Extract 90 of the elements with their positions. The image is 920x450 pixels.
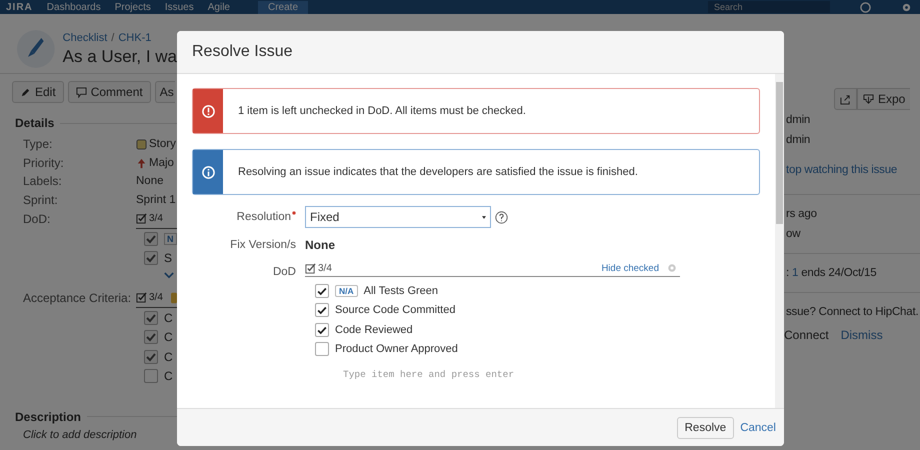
download-icon [863,94,874,104]
checklist-item-text: Code Reviewed [335,324,413,336]
breadcrumb-separator: / [111,32,114,44]
nav-link[interactable]: Agile [208,2,230,12]
field-label: Type: [23,136,54,153]
side-text: : [786,266,789,281]
checklist-item-text: C [164,330,173,344]
help-icon[interactable] [495,210,508,224]
field-label: Resolution [236,211,291,223]
toolbar-button[interactable]: As [154,81,175,103]
create-button[interactable]: Create [258,0,308,14]
message-text: 1 item is left unchecked in DoD. All items must be checked. [238,105,526,117]
search-field[interactable]: Search [708,1,830,13]
checklist-item-text: Product Owner Approved [335,343,458,356]
checklist-icon [136,213,147,224]
checkbox[interactable] [315,303,329,318]
edit-button[interactable]: Edit [12,81,64,103]
chevron-down-icon[interactable] [164,272,174,279]
error-icon [202,104,214,118]
pencil-icon [20,86,31,98]
logo[interactable]: JIRA [6,2,33,12]
field-label: DoD: [23,210,52,228]
checkbox[interactable] [315,322,329,337]
checkbox[interactable] [144,330,158,344]
issue-title: As a User, I wa [62,47,177,67]
side-text: ssue? Connect to HipChat. [786,305,920,320]
status-badge: N [164,232,176,245]
checklist-icon [305,262,316,274]
scrollbar[interactable] [775,74,784,408]
story-icon [136,138,147,150]
checkbox[interactable] [315,342,329,356]
dialog-title: Resolve Issue [192,43,292,61]
nav-link[interactable]: Issues [164,2,194,12]
field-label: Labels: [23,173,63,190]
caret-icon [482,216,486,218]
action-link[interactable]: Dismiss [840,328,883,342]
field-value: Majo [136,154,174,172]
export-button[interactable]: Expo [857,88,910,110]
side-text: dmin [786,133,812,148]
field-value: None [305,238,335,252]
checkbox[interactable] [144,251,158,266]
side-text: rs ago [786,207,818,222]
watch-link[interactable]: top watching this issue [786,160,920,180]
resolution-select[interactable]: Fixed [305,206,491,228]
section-heading: Details [15,116,54,130]
side-text: ow [786,227,802,242]
checkbox[interactable] [144,310,158,325]
field-label: Priority: [23,154,65,172]
field-label: DoD [272,266,296,278]
checklist-item-text: C [164,350,173,364]
breadcrumb-link[interactable]: Checklist [62,32,108,44]
side-text: ends 24/Oct/15 [801,266,876,281]
message-text: Resolving an issue indicates that the developers are satisfied the issue is finished. [238,166,638,178]
cancel-link[interactable]: Cancel [740,422,776,434]
comment-button[interactable]: Comment [68,81,151,103]
checklist-count: 3/4 [149,292,163,304]
up-arrow-icon [136,158,147,169]
side-text: dmin [786,113,812,128]
action-link[interactable]: Connect [784,328,829,342]
sprint-link[interactable]: 1 [792,263,798,283]
checklist-item-text: All Tests Green [364,284,438,297]
info-icon [202,166,214,178]
field-label: Acceptance Criteria: [23,290,132,307]
hide-checked-link[interactable]: Hide checked [601,262,659,274]
description-placeholder[interactable]: Click to add description [0,428,177,441]
resolve-button[interactable]: Resolve [676,416,734,438]
field-value: Sprint 1 [136,193,176,208]
nav-link[interactable]: Dashboards [46,2,101,12]
field-value: None [136,174,164,190]
checklist-icon [136,292,147,304]
status-badge: N/A [335,284,358,297]
checkbox[interactable] [144,350,158,364]
section-heading: Description [15,410,82,424]
checklist-count: 3/4 [149,213,163,224]
checkbox[interactable] [144,232,158,246]
checklist-count: 3/4 [318,262,332,274]
checkbox[interactable] [315,284,329,298]
field-value: Story [136,135,176,154]
field-label: Sprint: [23,192,59,210]
speech-bubble-icon [76,86,87,98]
share-icon [840,94,851,104]
checkbox[interactable] [144,369,158,384]
field-label: Fix Version/s [230,239,296,251]
checklist-item-text: Source Code Committed [335,304,456,316]
checklist-item-text: C [164,310,173,325]
nav-link[interactable]: Projects [114,2,151,12]
breadcrumb-link[interactable]: CHK-1 [118,32,152,44]
checklist-item-text: C [164,369,173,384]
checklist-item-text: S [164,251,172,266]
share-button[interactable] [834,88,857,110]
